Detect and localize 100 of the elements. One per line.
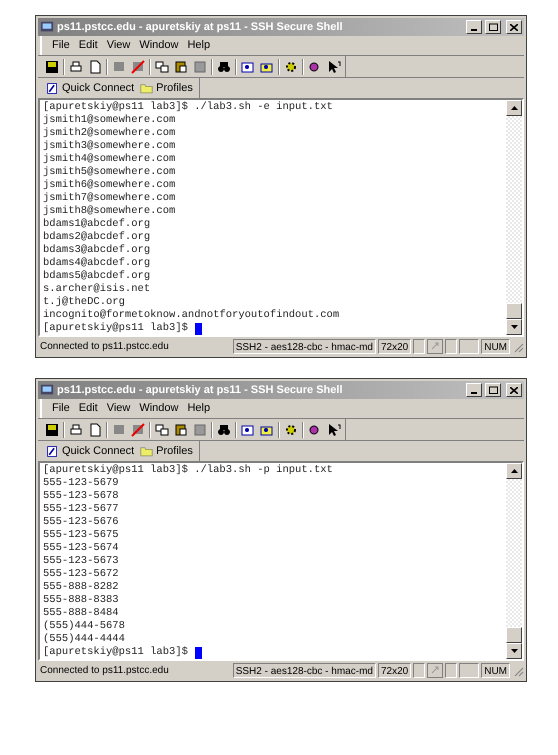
terminal-line: (555)444-5678 [43,620,125,633]
folder-icon [140,445,154,457]
maximize-icon [488,386,498,394]
menu-item[interactable]: File [52,37,70,54]
menu-item[interactable]: View [106,400,130,417]
folder-icon [140,82,154,94]
printer-icon[interactable] [68,422,84,438]
num-lock-status: NUM [481,339,510,354]
menu-item[interactable]: Help [187,37,210,54]
menu-item[interactable]: Edit [78,37,98,54]
terminal-line: bdams3@abcdef.org [43,244,150,257]
menu-item[interactable]: Window [139,37,178,54]
status-text: Connected to ps11.pstcc.edu [39,664,170,678]
floppy-icon[interactable] [44,422,60,438]
minimize-icon [471,29,477,31]
terminal-line: 555-888-8484 [43,607,119,620]
terminal-line: 555-888-8383 [43,594,119,607]
menu-item[interactable]: Edit [78,400,98,417]
floppy-icon[interactable] [44,58,60,74]
terminal-line: 555-123-5677 [43,503,119,516]
terminal-line: t.j@theDC.org [43,296,125,309]
terminal-line: jsmith1@somewhere.com [43,114,176,127]
minimize-button[interactable] [466,20,482,34]
scrollbar[interactable] [506,100,522,335]
terminal-line: jsmith8@somewhere.com [43,205,176,218]
terminal-line: 555-123-5676 [43,516,119,529]
scrollbar[interactable] [506,463,522,659]
maximize-button[interactable] [485,20,501,34]
help-pointer-icon[interactable] [326,422,342,438]
terminal-icon [40,383,54,397]
copy-icon[interactable] [154,422,170,438]
copy-icon[interactable] [154,58,170,74]
paste-icon[interactable] [173,58,189,74]
menu-item[interactable]: View [106,37,130,54]
text-cursor [194,322,202,334]
maximize-icon [488,23,498,31]
terminal-line: jsmith7@somewhere.com [43,192,176,205]
terminal-line: 555-888-8282 [43,581,119,594]
cipher-status: SSH2 - aes128-cbc - hmac-md [232,339,376,354]
terminal-line: bdams1@abcdef.org [43,218,150,231]
minimize-button[interactable] [466,383,482,397]
profiles-button[interactable]: Profiles [140,442,193,460]
terminal-line: bdams5@abcdef.org [43,270,150,283]
terminal-line: 555-123-5678 [43,490,119,503]
terminal-line: 555-123-5674 [43,542,119,555]
terminal-line: jsmith5@somewhere.com [43,166,176,179]
text-cursor [194,646,202,658]
scroll-up-button[interactable] [506,100,522,116]
terminal-line: jsmith3@somewhere.com [43,140,176,153]
status-panel [413,663,426,678]
status-text: Connected to ps11.pstcc.edu [39,340,170,354]
up-arrow-icon [510,106,518,110]
down-arrow-icon [510,325,518,329]
minimize-icon [471,392,477,394]
menu-item[interactable]: Help [187,400,210,417]
maximize-button[interactable] [485,383,501,397]
paste-icon[interactable] [173,422,189,438]
help-pointer-icon[interactable] [326,58,342,74]
terminal-line: 555-123-5679 [43,477,119,490]
resize-grip-icon [512,340,524,352]
terminal-line: 555-123-5672 [43,568,119,581]
window-title: ps11.pstcc.edu - apuretskiy at ps11 - SSH Secure Shell [57,20,344,35]
status-panel [459,663,480,678]
status-panel [459,339,480,354]
scroll-down-button[interactable] [506,319,522,335]
terminal-line: (555)444-4444 [43,633,125,646]
terminal-icon [40,20,54,34]
transfer-icon [427,663,444,678]
quick-connect-icon [46,444,59,458]
down-arrow-icon [510,649,518,653]
terminal-line: [apuretskiy@ps11 lab3]$ [43,646,188,659]
terminal-line: jsmith2@somewhere.com [43,127,176,140]
close-button[interactable] [506,383,522,397]
printer-icon[interactable] [68,58,84,74]
quick-connect-button[interactable]: Quick Connect [46,442,134,460]
num-lock-status: NUM [481,663,510,678]
close-icon [510,24,518,30]
terminal-line: bdams2@abcdef.org [43,231,150,244]
transfer-icon [427,339,444,354]
scroll-thumb[interactable] [506,303,522,319]
terminal-line: s.archer@isis.net [43,283,150,296]
scroll-up-button[interactable] [506,463,522,479]
terminal-line: [apuretskiy@ps11 lab3]$ ./lab3.sh -p input.txt [43,464,333,477]
profiles-button[interactable]: Profiles [140,80,193,96]
scroll-down-button[interactable] [506,643,522,659]
terminal-line: bdams4@abcdef.org [43,257,150,270]
quick-connect-button[interactable]: Quick Connect [46,80,134,96]
status-panel [413,339,426,354]
terminal-line: 555-123-5675 [43,529,119,542]
terminal-size-status: 72x20 [378,663,412,678]
menu-item[interactable]: Window [139,400,178,417]
menu-item[interactable]: File [52,400,70,417]
terminal-line: 555-123-5673 [43,555,119,568]
close-button[interactable] [506,20,522,34]
quick-connect-icon [46,82,59,94]
terminal-line: [apuretskiy@ps11 lab3]$ [43,322,188,335]
window-title: ps11.pstcc.edu - apuretskiy at ps11 - SSH Secure Shell [57,382,344,398]
terminal-line: jsmith4@somewhere.com [43,153,176,166]
scroll-thumb[interactable] [506,627,522,643]
cipher-status: SSH2 - aes128-cbc - hmac-md [232,663,376,678]
